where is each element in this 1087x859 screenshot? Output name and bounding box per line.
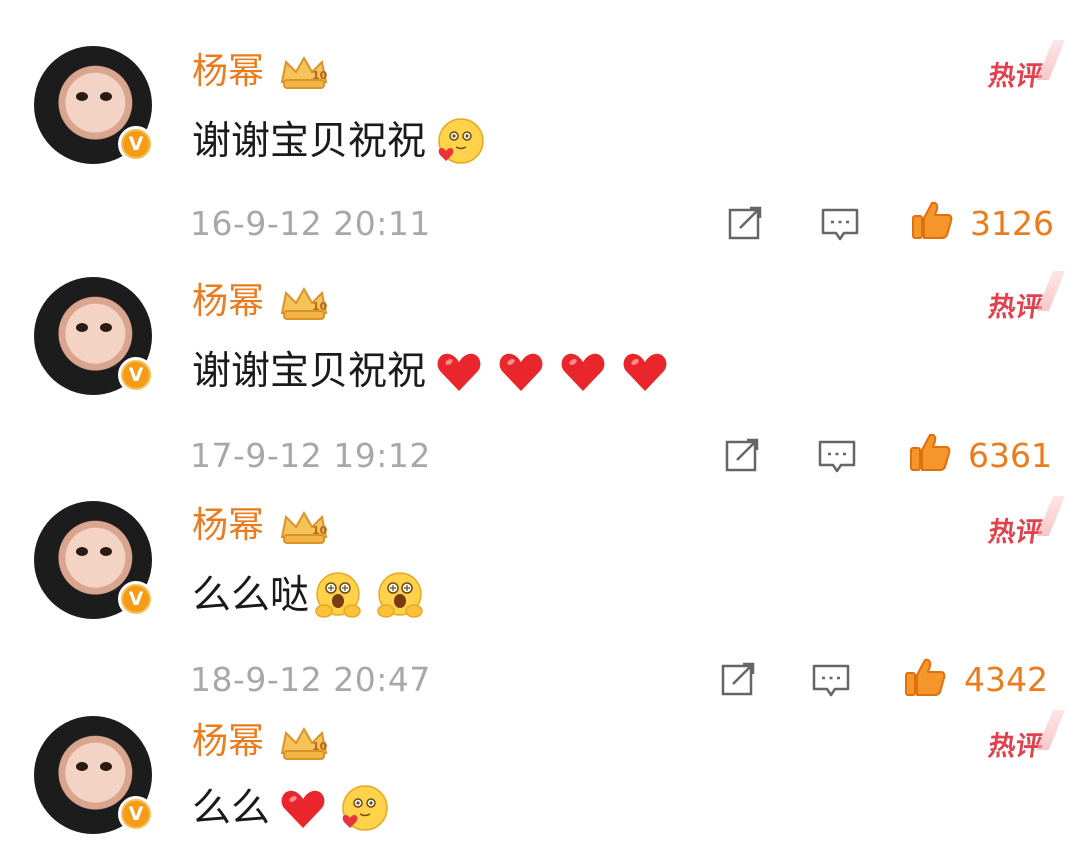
username[interactable]: 杨幂 bbox=[192, 720, 264, 764]
red-heart-emoji-icon bbox=[281, 790, 325, 828]
avatar[interactable]: V bbox=[34, 716, 154, 834]
vip-crown-icon: 10 bbox=[280, 726, 328, 760]
hot-comment-label: 热评 bbox=[986, 724, 1045, 763]
verified-badge-icon: V bbox=[118, 796, 154, 832]
svg-text:10: 10 bbox=[312, 740, 328, 753]
comment-text: 么么 bbox=[192, 786, 271, 831]
comment-item: V 杨幂 10 热评 么么 bbox=[0, 0, 1087, 859]
blush-heart-emoji-icon bbox=[342, 785, 388, 831]
comment-text-row: 么么 bbox=[192, 784, 388, 834]
